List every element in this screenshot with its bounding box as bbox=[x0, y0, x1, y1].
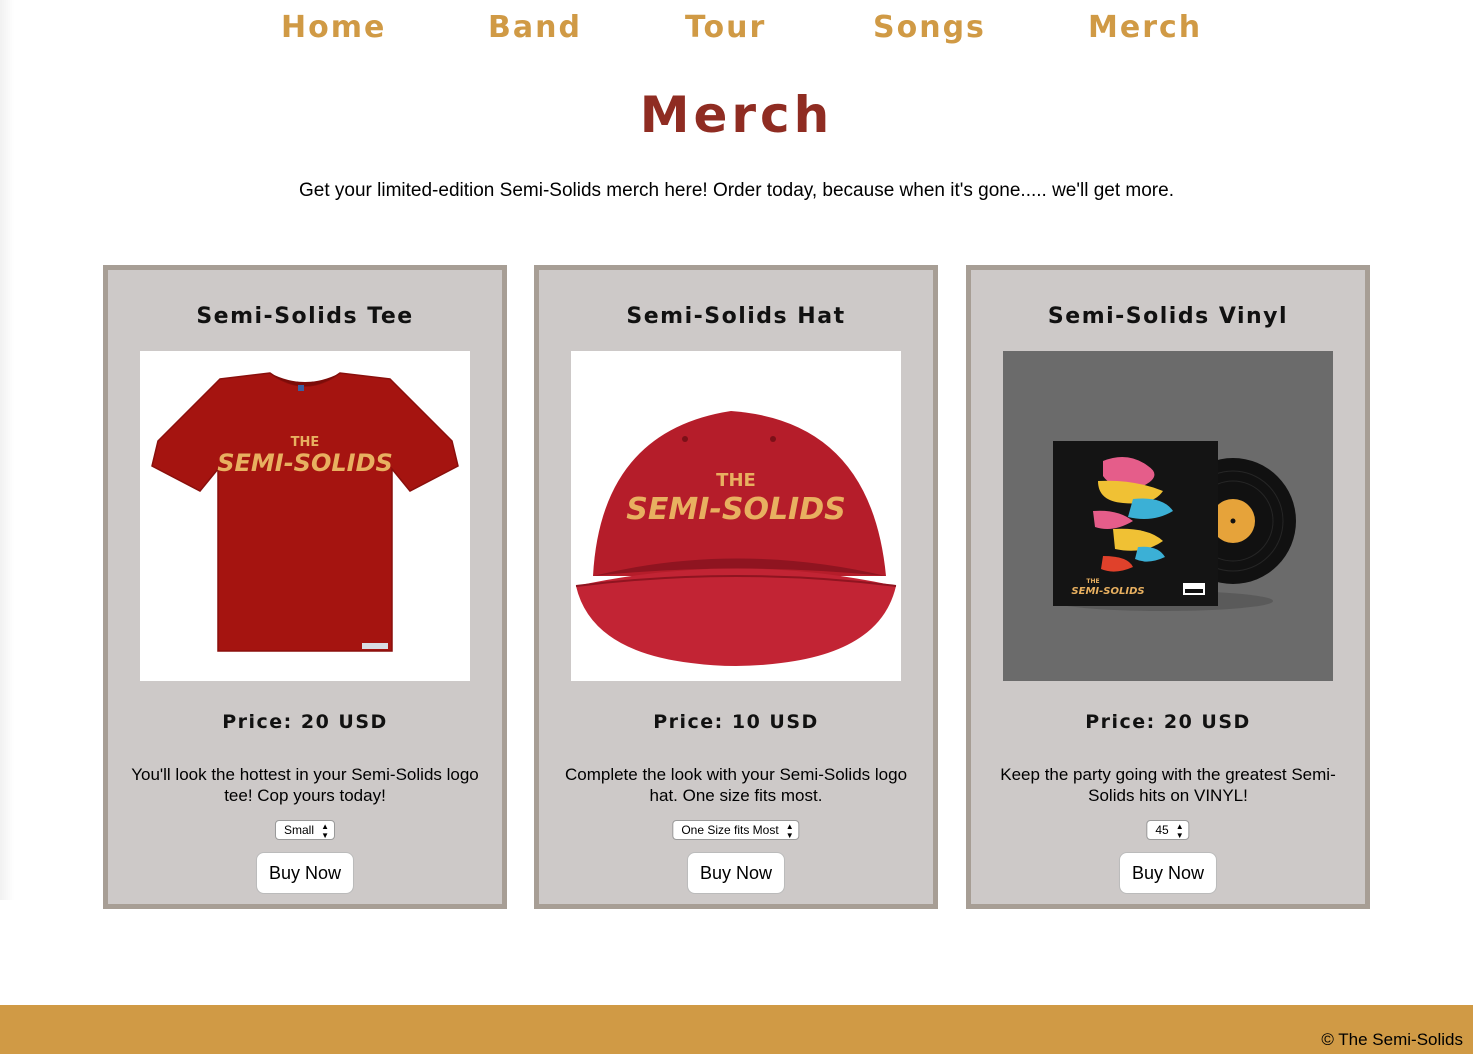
product-price: Price: 20 USD bbox=[1085, 711, 1251, 733]
nav-link-merch[interactable]: Merch bbox=[1088, 10, 1202, 45]
product-price: Price: 20 USD bbox=[222, 711, 388, 733]
product-card-hat: Semi-Solids Hat THE SEMI-SOLIDS Price: 1… bbox=[534, 265, 938, 909]
product-title: Semi-Solids Tee bbox=[196, 304, 414, 329]
tshirt-illustration: THE SEMI-SOLIDS bbox=[151, 372, 459, 652]
select-arrows-icon: ▲ ▼ bbox=[1175, 822, 1184, 840]
product-card-tee: Semi-Solids Tee THE SEMI-SOLIDS Price: 2… bbox=[103, 265, 507, 909]
nav-link-songs[interactable]: Songs bbox=[873, 10, 986, 45]
size-select[interactable]: Small ▲ ▼ bbox=[274, 820, 336, 840]
speed-select[interactable]: 45 ▲ ▼ bbox=[1146, 820, 1190, 840]
svg-text:SEMI-SOLIDS: SEMI-SOLIDS bbox=[1071, 586, 1144, 597]
top-navigation: Home Band Tour Songs Merch bbox=[0, 0, 1473, 60]
cap-illustration: THE SEMI-SOLIDS bbox=[575, 411, 897, 666]
svg-text:THE: THE bbox=[716, 470, 756, 491]
page-intro: Get your limited-edition Semi-Solids mer… bbox=[299, 180, 1174, 201]
footer-copyright: © The Semi-Solids bbox=[1321, 1030, 1463, 1049]
buy-now-button[interactable]: Buy Now bbox=[686, 852, 786, 894]
nav-link-band[interactable]: Band bbox=[488, 10, 582, 45]
select-value: One Size fits Most bbox=[681, 823, 779, 837]
product-description: You'll look the hottest in your Semi-Sol… bbox=[131, 765, 479, 805]
vinyl-illustration: THE SEMI-SOLIDS bbox=[1053, 441, 1296, 611]
hat-image: THE SEMI-SOLIDS bbox=[571, 351, 901, 681]
product-title: Semi-Solids Vinyl bbox=[1047, 304, 1289, 329]
product-description: Keep the party going with the greatest S… bbox=[1000, 765, 1336, 805]
nav-link-home[interactable]: Home bbox=[281, 10, 386, 45]
svg-text:THE: THE bbox=[1086, 578, 1099, 585]
product-title: Semi-Solids Hat bbox=[626, 304, 846, 329]
svg-text:SEMI-SOLIDS: SEMI-SOLIDS bbox=[626, 492, 845, 527]
page-title: Merch bbox=[639, 86, 834, 144]
size-select[interactable]: One Size fits Most ▲ ▼ bbox=[672, 820, 800, 840]
footer: © The Semi-Solids bbox=[0, 1005, 1473, 1054]
product-price: Price: 10 USD bbox=[653, 711, 819, 733]
buy-now-button[interactable]: Buy Now bbox=[1118, 852, 1218, 894]
select-value: Small bbox=[283, 823, 315, 837]
select-value: 45 bbox=[1155, 823, 1169, 837]
svg-text:SEMI-SOLIDS: SEMI-SOLIDS bbox=[217, 449, 393, 477]
svg-text:THE: THE bbox=[291, 435, 320, 450]
tee-image: THE SEMI-SOLIDS bbox=[140, 351, 470, 681]
vinyl-image: THE SEMI-SOLIDS bbox=[1003, 351, 1333, 681]
product-card-vinyl: Semi-Solids Vinyl THE SEMI-SOLIDS Price:… bbox=[966, 265, 1370, 909]
select-arrows-icon: ▲ ▼ bbox=[321, 822, 330, 840]
select-arrows-icon: ▲ ▼ bbox=[785, 822, 794, 840]
nav-link-tour[interactable]: Tour bbox=[685, 10, 766, 45]
buy-now-button[interactable]: Buy Now bbox=[255, 852, 355, 894]
product-description: Complete the look with your Semi-Solids … bbox=[564, 765, 908, 805]
